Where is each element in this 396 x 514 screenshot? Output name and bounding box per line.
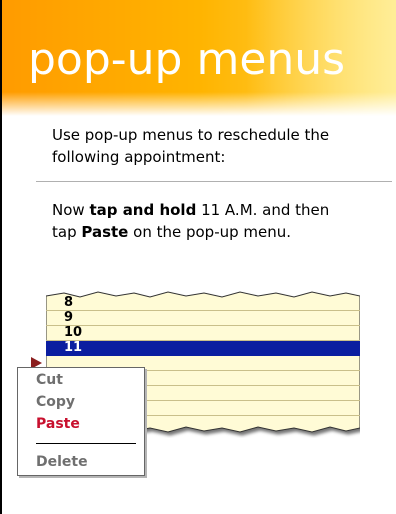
menu-item-copy[interactable]: Copy: [36, 392, 75, 412]
calendar-row[interactable]: 10: [46, 325, 360, 341]
instruction-emphasis: Paste: [81, 223, 129, 241]
menu-item-cut[interactable]: Cut: [36, 370, 63, 390]
context-menu: Cut Copy Paste Delete: [17, 367, 145, 476]
calendar-hour-label: 8: [64, 295, 74, 310]
calendar-row-selected[interactable]: 11: [46, 340, 360, 356]
banner-fade: [2, 92, 396, 116]
instruction-emphasis: tap and hold: [89, 201, 197, 219]
section-divider: [36, 181, 392, 182]
header-banner: pop-up menus: [2, 0, 396, 116]
menu-separator: [36, 443, 136, 444]
tutorial-screen: pop-up menus Use pop-up menus to resched…: [0, 0, 396, 514]
page-title: pop-up menus: [28, 34, 346, 85]
instruction-fragment: Now: [52, 201, 90, 219]
calendar-hour-label: 10: [64, 325, 83, 340]
intro-text: Use pop-up menus to reschedule the follo…: [52, 126, 330, 166]
calendar-hour-label: 11: [64, 340, 83, 355]
instruction-fragment: on the pop-up menu.: [128, 223, 292, 241]
menu-item-delete[interactable]: Delete: [36, 452, 88, 472]
calendar-row[interactable]: 8: [46, 295, 360, 311]
calendar-row[interactable]: 9: [46, 310, 360, 326]
instruction-text: Now tap and hold 11 A.M. and then tap Pa…: [52, 199, 352, 243]
calendar-hour-label: 9: [64, 310, 74, 325]
menu-item-paste[interactable]: Paste: [36, 414, 80, 434]
